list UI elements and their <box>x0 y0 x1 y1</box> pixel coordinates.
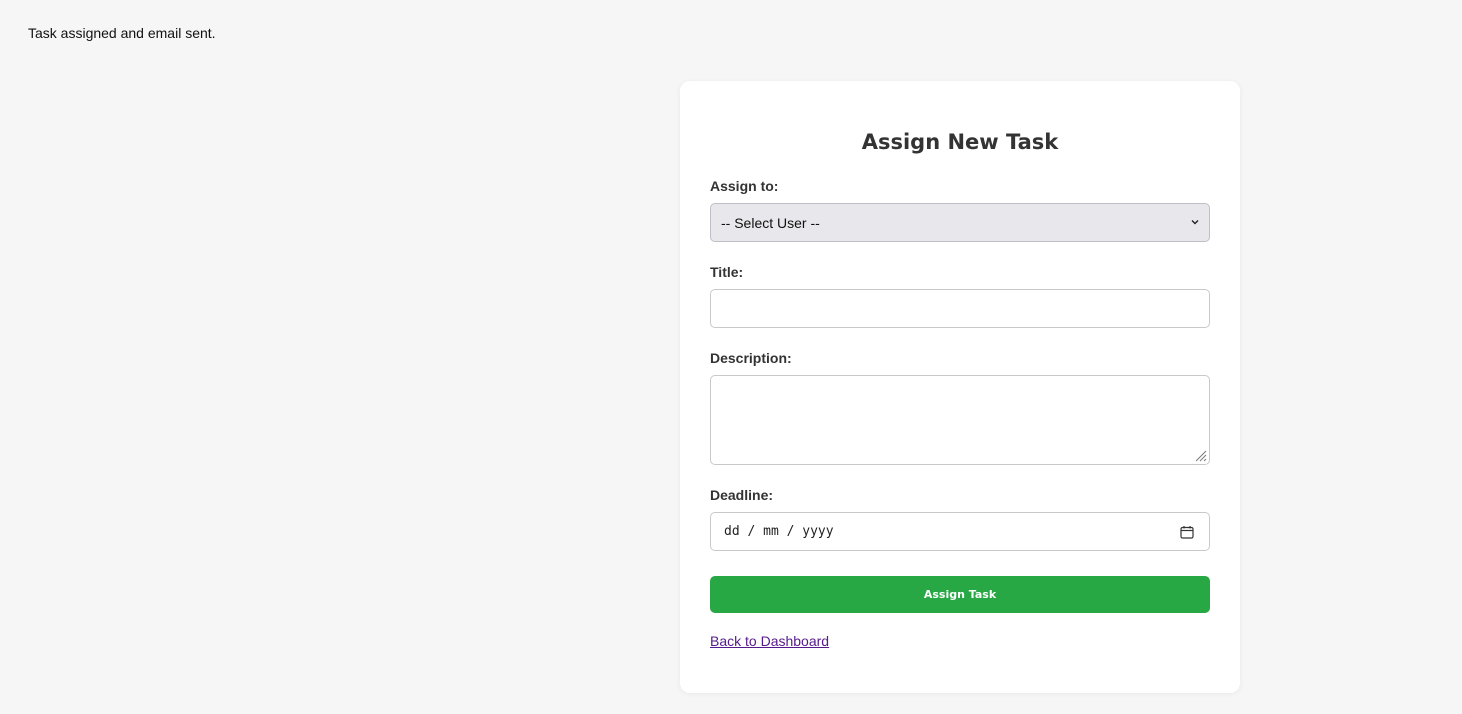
back-to-dashboard-link[interactable]: Back to Dashboard <box>710 633 829 649</box>
assign-task-card: Assign New Task Assign to: -- Select Use… <box>680 81 1240 693</box>
assign-to-label: Assign to: <box>710 178 779 194</box>
chevron-down-icon <box>1191 220 1199 225</box>
assign-to-selected-value: -- Select User -- <box>721 214 820 231</box>
form-title: Assign New Task <box>861 130 1059 154</box>
deadline-label: Deadline: <box>710 487 774 503</box>
description-textarea[interactable] <box>710 375 1210 465</box>
title-label: Title: <box>710 264 744 280</box>
deadline-date-input[interactable]: dd / mm / yyyy <box>710 512 1210 551</box>
deadline-placeholder: dd / mm / yyyy <box>724 524 834 539</box>
title-input[interactable] <box>710 289 1210 328</box>
description-label: Description: <box>710 350 792 366</box>
flash-message: Task assigned and email sent. <box>28 25 216 41</box>
assign-task-button[interactable]: Assign Task <box>710 576 1210 613</box>
resize-grip-icon[interactable] <box>1194 449 1207 462</box>
calendar-icon[interactable] <box>1180 525 1194 539</box>
assign-to-select[interactable]: -- Select User -- <box>710 203 1210 242</box>
